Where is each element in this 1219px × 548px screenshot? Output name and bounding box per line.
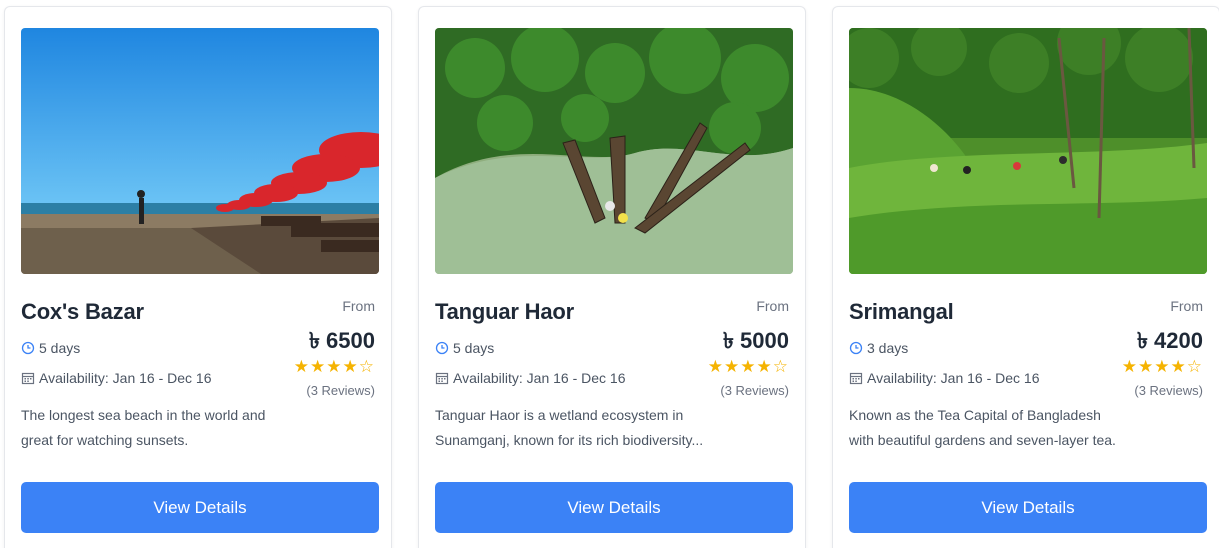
- wetland-photo: [435, 28, 793, 274]
- star-icon: ★: [707, 357, 724, 376]
- from-label: From: [1170, 298, 1203, 314]
- star-rating: ★★★★☆: [1122, 357, 1203, 377]
- tour-availability: Availability: Jan 16 - Dec 16: [435, 370, 626, 386]
- star-icon: ★: [1170, 357, 1187, 376]
- view-details-button[interactable]: View Details: [849, 482, 1207, 533]
- duration-text: 5 days: [39, 340, 81, 356]
- calendar-icon: [849, 372, 863, 385]
- star-icon: ★: [326, 357, 343, 376]
- clock-icon: [21, 341, 35, 355]
- tour-description: Tanguar Haor is a wetland ecosystem in S…: [435, 407, 704, 448]
- calendar-icon: [435, 372, 449, 385]
- star-icon: ★: [1121, 357, 1138, 376]
- tour-duration: 5 days: [21, 340, 80, 356]
- star-rating: ★★★★☆: [294, 357, 375, 377]
- availability-text: Availability: Jan 16 - Dec 16: [39, 370, 212, 386]
- review-count[interactable]: (3 Reviews): [1134, 383, 1203, 398]
- star-icon: ★: [724, 357, 741, 376]
- tour-price: ৳ 4200: [1136, 328, 1203, 353]
- view-details-button[interactable]: View Details: [21, 482, 379, 533]
- tour-card: Srimangal From ৳ 4200 ★★★★☆ (3 Reviews) …: [832, 6, 1219, 548]
- review-count[interactable]: (3 Reviews): [720, 383, 789, 398]
- star-icon: ★: [1138, 357, 1155, 376]
- tour-image[interactable]: [435, 28, 793, 274]
- star-outline-icon: ☆: [358, 357, 375, 376]
- star-icon: ★: [293, 357, 310, 376]
- from-label: From: [756, 298, 789, 314]
- beach-photo: [21, 28, 379, 274]
- tea-garden-photo: [849, 28, 1207, 274]
- star-icon: ★: [342, 357, 359, 376]
- availability-text: Availability: Jan 16 - Dec 16: [867, 370, 1040, 386]
- tour-title[interactable]: Tanguar Haor: [435, 299, 574, 325]
- tour-title[interactable]: Cox's Bazar: [21, 299, 144, 325]
- calendar-icon: [21, 372, 35, 385]
- tour-availability: Availability: Jan 16 - Dec 16: [21, 370, 212, 386]
- star-outline-icon: ☆: [772, 357, 789, 376]
- star-rating: ★★★★☆: [708, 357, 789, 377]
- from-label: From: [342, 298, 375, 314]
- duration-text: 5 days: [453, 340, 495, 356]
- tour-price: ৳ 6500: [308, 328, 375, 353]
- tour-duration: 3 days: [849, 340, 908, 356]
- tour-price: ৳ 5000: [722, 328, 789, 353]
- view-details-button[interactable]: View Details: [435, 482, 793, 533]
- star-icon: ★: [740, 357, 757, 376]
- tour-duration: 5 days: [435, 340, 494, 356]
- tour-title[interactable]: Srimangal: [849, 299, 954, 325]
- star-icon: ★: [756, 357, 773, 376]
- tour-card: Cox's Bazar From ৳ 6500 ★★★★☆ (3 Reviews…: [4, 6, 392, 548]
- tour-image[interactable]: [849, 28, 1207, 274]
- tour-description: The longest sea beach in the world and g…: [21, 407, 266, 448]
- duration-text: 3 days: [867, 340, 909, 356]
- tour-image[interactable]: [21, 28, 379, 274]
- clock-icon: [849, 341, 863, 355]
- tour-description: Known as the Tea Capital of Bangladesh w…: [849, 407, 1116, 448]
- tour-card: Tanguar Haor From ৳ 5000 ★★★★☆ (3 Review…: [418, 6, 806, 548]
- availability-text: Availability: Jan 16 - Dec 16: [453, 370, 626, 386]
- star-icon: ★: [1154, 357, 1171, 376]
- star-outline-icon: ☆: [1186, 357, 1203, 376]
- review-count[interactable]: (3 Reviews): [306, 383, 375, 398]
- clock-icon: [435, 341, 449, 355]
- tour-availability: Availability: Jan 16 - Dec 16: [849, 370, 1040, 386]
- star-icon: ★: [310, 357, 327, 376]
